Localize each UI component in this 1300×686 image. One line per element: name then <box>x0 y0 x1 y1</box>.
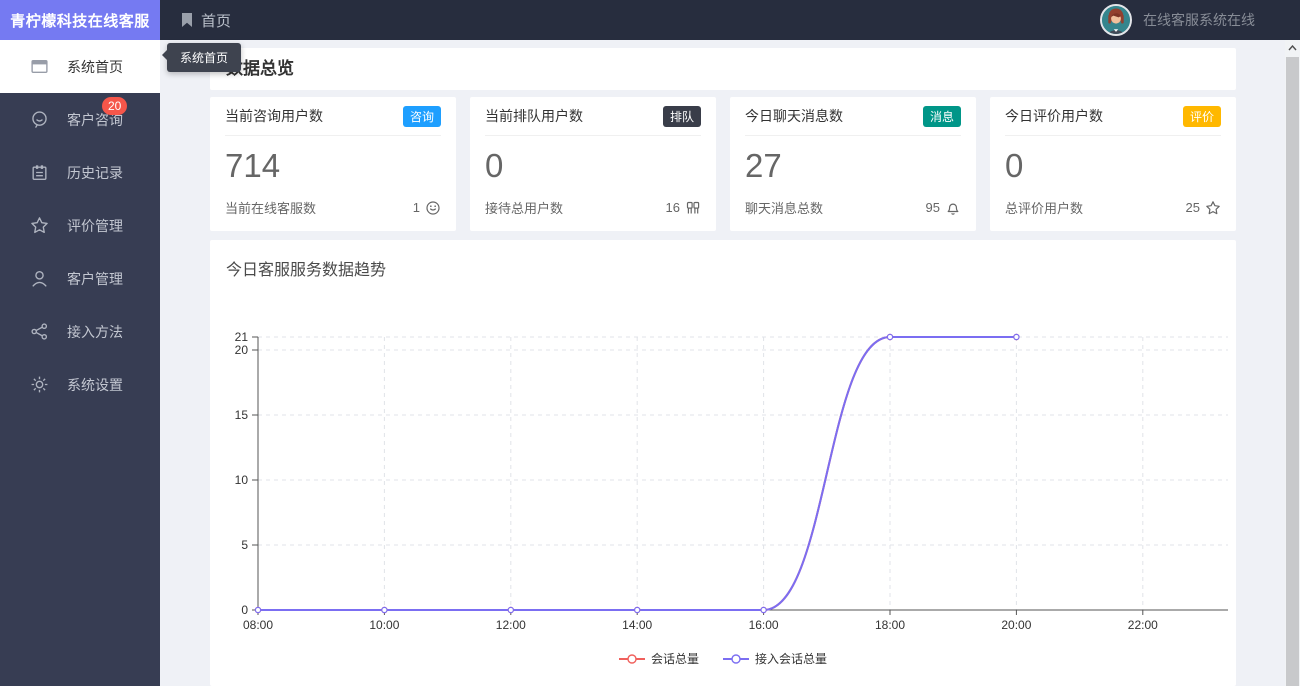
card-footer-value: 25 <box>1185 200 1200 215</box>
gear-icon <box>31 376 48 393</box>
users-icon <box>686 201 700 213</box>
card-footer-label: 聊天消息总数 <box>745 201 824 216</box>
card-title: 当前排队用户数 <box>485 108 583 124</box>
tab-home[interactable]: 首页 <box>160 0 251 40</box>
svg-text:20: 20 <box>235 343 249 357</box>
sidebar-item-integration[interactable]: 接入方法 <box>0 305 160 358</box>
service-smile-icon <box>426 200 440 215</box>
card-current-consulting: 当前咨询用户数 咨询 714 当前在线客服数 1 <box>210 97 456 231</box>
svg-text:22:00: 22:00 <box>1128 618 1158 632</box>
legend-marker-icon <box>723 653 749 664</box>
legend-label: 接入会话总量 <box>755 652 828 666</box>
card-footer-label: 接待总用户数 <box>485 201 564 216</box>
sidebar-item-label: 接入方法 <box>67 323 123 340</box>
notebook-icon <box>32 165 47 181</box>
sidebar-item-label: 评价管理 <box>67 217 123 234</box>
scrollbar-up-arrow[interactable] <box>1285 40 1300 56</box>
card-value: 27 <box>745 147 782 184</box>
bookmark-icon <box>182 13 192 27</box>
tooltip-system-home: 系统首页 <box>161 43 242 72</box>
chart-legend: 会话总量 接入会话总量 <box>210 650 1236 667</box>
user-icon <box>32 271 47 287</box>
sidebar-item-reviews[interactable]: 评价管理 <box>0 199 160 252</box>
sidebar-item-label: 系统首页 <box>67 58 123 75</box>
svg-text:20:00: 20:00 <box>1001 618 1031 632</box>
legend-marker-icon <box>618 653 645 664</box>
trend-panel: 今日客服服务数据趋势 0 5 10 15 20 21 08:00 10:00 12:00 14:0… <box>210 240 1236 686</box>
card-badge: 评价 <box>1182 105 1221 127</box>
topbar-right: 在线客服系统在线 <box>1100 0 1300 40</box>
card-value: 0 <box>1005 147 1024 184</box>
trend-chart: 0 5 10 15 2021 08:00 10:00 12:00 14:00 16:00 18:00… <box>235 330 1228 632</box>
main-content: 数据总览 当前咨询用户数 咨询 714 当前在线客服数 1 当前排队用户数 排队… <box>160 40 1285 686</box>
topbar: 青柠檬科技在线客服 首页 在线客服系统在线 <box>0 0 1300 40</box>
star-icon <box>31 217 48 234</box>
share-icon <box>31 323 48 340</box>
card-footer-value: 95 <box>925 200 940 215</box>
consult-badge: 20 <box>102 97 128 115</box>
sidebar-item-history[interactable]: 历史记录 <box>0 146 160 199</box>
legend-label: 会话总量 <box>650 652 699 666</box>
card-current-queue: 当前排队用户数 排队 0 接待总用户数 16 <box>470 97 716 231</box>
sidebar-item-consult[interactable]: 客户咨询 20 <box>0 93 160 146</box>
card-today-reviews: 今日评价用户数 评价 0 总评价用户数 25 <box>990 97 1236 231</box>
online-status-text: 在线客服系统在线 <box>1143 12 1255 28</box>
card-footer-value: 16 <box>665 200 680 215</box>
sidebar: 系统首页 客户咨询 20 历史记录 评价管理 客户管理 接入方法 系统设置 <box>0 40 160 686</box>
svg-text:10: 10 <box>235 473 249 487</box>
svg-text:10:00: 10:00 <box>369 618 399 632</box>
card-value: 714 <box>225 147 281 184</box>
card-title: 当前咨询用户数 <box>225 108 323 124</box>
scrollbar-thumb[interactable] <box>1286 57 1299 686</box>
svg-text:0: 0 <box>241 603 248 617</box>
sidebar-item-label: 客户管理 <box>67 270 123 287</box>
brand-logo: 青柠檬科技在线客服 <box>0 0 160 40</box>
card-footer-value: 1 <box>412 200 420 215</box>
star-icon <box>1206 200 1220 214</box>
card-badge: 排队 <box>662 105 701 127</box>
sidebar-item-label: 系统设置 <box>67 376 123 393</box>
vertical-scrollbar[interactable] <box>1285 40 1300 686</box>
svg-text:16:00: 16:00 <box>749 618 779 632</box>
svg-text:5: 5 <box>241 538 248 552</box>
sidebar-item-settings[interactable]: 系统设置 <box>0 358 160 411</box>
sidebar-item-label: 历史记录 <box>67 164 123 181</box>
svg-text:15: 15 <box>235 408 249 422</box>
bell-icon <box>947 203 959 215</box>
overview-header: 数据总览 <box>210 48 1236 90</box>
svg-text:12:00: 12:00 <box>496 618 526 632</box>
card-today-messages: 今日聊天消息数 消息 27 聊天消息总数 95 <box>730 97 976 231</box>
svg-text:21: 21 <box>235 330 249 344</box>
avatar-image <box>1102 6 1130 34</box>
svg-text:18:00: 18:00 <box>875 618 905 632</box>
legend-item[interactable]: 会话总量 <box>618 650 699 667</box>
legend-item[interactable]: 接入会话总量 <box>723 650 827 667</box>
sidebar-item-home[interactable]: 系统首页 <box>0 40 160 93</box>
sidebar-item-customers[interactable]: 客户管理 <box>0 252 160 305</box>
chat-face-icon <box>32 111 47 128</box>
card-title: 今日聊天消息数 <box>745 108 843 124</box>
stat-cards: 当前咨询用户数 咨询 714 当前在线客服数 1 当前排队用户数 排队 0 接待… <box>210 97 1236 231</box>
card-badge: 咨询 <box>402 105 441 127</box>
tab-home-label: 首页 <box>201 12 232 30</box>
svg-text:14:00: 14:00 <box>622 618 652 632</box>
card-value: 0 <box>485 147 504 184</box>
window-icon <box>31 60 48 73</box>
card-footer-label: 总评价用户数 <box>1005 201 1084 216</box>
card-title: 今日评价用户数 <box>1005 108 1103 124</box>
svg-text:08:00: 08:00 <box>243 618 273 632</box>
card-badge: 消息 <box>922 105 961 127</box>
card-footer-label: 当前在线客服数 <box>225 201 317 216</box>
avatar[interactable] <box>1100 4 1132 36</box>
